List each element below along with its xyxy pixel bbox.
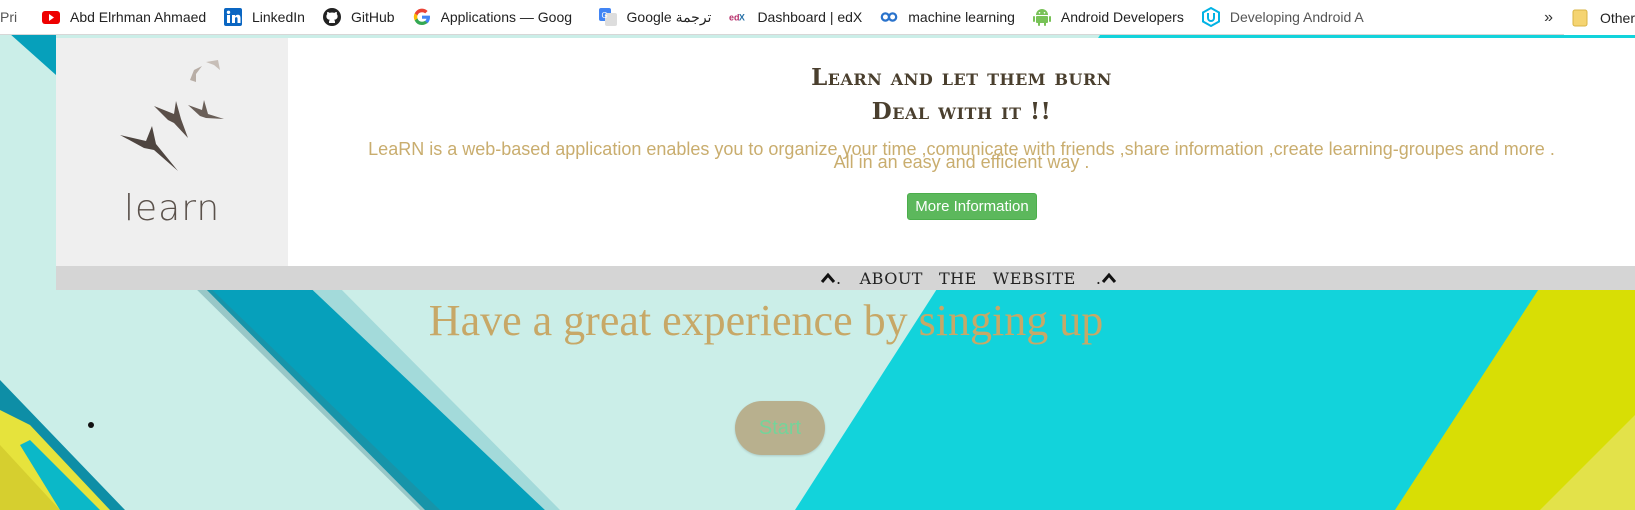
more-information-button[interactable]: More Information bbox=[907, 193, 1037, 220]
chevron-up-icon bbox=[820, 272, 836, 283]
about-bar: . ABOUT THE WEBSITE . bbox=[56, 266, 1635, 290]
github-icon bbox=[322, 8, 341, 26]
other-bookmarks-label: Other bbox=[1599, 9, 1635, 26]
bookmark-item-9[interactable]: Developing Android A bbox=[1193, 0, 1374, 34]
google-icon bbox=[413, 8, 431, 26]
about-website-toggle[interactable]: . ABOUT THE WEBSITE . bbox=[820, 266, 1117, 290]
header-title-line-1: Learn and let them burn bbox=[811, 64, 1112, 91]
bookmark-label: Developing Android A bbox=[1229, 9, 1364, 25]
bookmark-label: Google ترجمة bbox=[626, 8, 712, 25]
bookmark-item-2[interactable]: LinkedIn bbox=[215, 0, 314, 34]
bookmark-label: Pri bbox=[0, 9, 18, 25]
udacity-icon bbox=[1201, 7, 1220, 27]
other-bookmarks-button[interactable]: Other bbox=[1563, 0, 1635, 35]
bookmarks-bar: Pri Abd Elrhman Ahmaed LinkedIn GitHub A… bbox=[0, 0, 1635, 35]
bookmark-label: machine learning bbox=[908, 9, 1015, 25]
about-word-website: WEBSITE bbox=[992, 268, 1076, 288]
site-header: learn Learn and let them burn Deal with … bbox=[56, 38, 1635, 266]
bookmarks-overflow-button[interactable]: » bbox=[1544, 0, 1553, 35]
birds-icon bbox=[120, 60, 224, 171]
bookmark-label: Abd Elrhman Ahmaed bbox=[70, 9, 206, 25]
google-translate-icon: G bbox=[598, 8, 617, 26]
about-word-about: ABOUT bbox=[859, 268, 923, 288]
bookmark-item-1[interactable]: Abd Elrhman Ahmaed bbox=[33, 0, 215, 34]
hero-heading: Have a great experience by singing up bbox=[428, 296, 1104, 345]
bookmark-item-3[interactable]: GitHub bbox=[314, 0, 404, 34]
about-dot-left: . bbox=[836, 268, 842, 288]
bookmark-item-8[interactable]: Android Developers bbox=[1024, 0, 1193, 34]
youtube-icon bbox=[42, 8, 60, 26]
bookmark-label: Applications — Goog bbox=[440, 9, 573, 25]
svg-text:X: X bbox=[739, 12, 745, 22]
bookmark-item-4[interactable]: Applications — Goog bbox=[404, 0, 590, 34]
logo-text: learn bbox=[124, 188, 221, 229]
about-word-the: THE bbox=[938, 268, 977, 288]
bookmark-label: Android Developers bbox=[1060, 9, 1184, 25]
svg-text:ed: ed bbox=[729, 12, 740, 22]
bookmark-item-5[interactable]: G Google ترجمة bbox=[590, 0, 721, 34]
bookmark-label: GitHub bbox=[350, 9, 395, 25]
coursera-icon bbox=[880, 8, 898, 26]
list-bullet bbox=[88, 422, 94, 428]
header-description-2: All in an easy and efficient way . bbox=[833, 152, 1090, 172]
logo[interactable]: learn bbox=[56, 38, 288, 266]
bookmark-label: Dashboard | edX bbox=[757, 9, 863, 25]
bookmark-item-0[interactable]: Pri bbox=[0, 0, 33, 34]
bookmark-item-7[interactable]: machine learning bbox=[871, 0, 1024, 34]
header-title-line-2: Deal with it !! bbox=[871, 98, 1052, 125]
edx-icon: ed X bbox=[729, 8, 747, 26]
start-button[interactable]: Start bbox=[735, 401, 825, 455]
android-icon bbox=[1032, 8, 1051, 26]
svg-text:G: G bbox=[601, 11, 607, 20]
bookmark-label: LinkedIn bbox=[252, 9, 305, 25]
folder-icon bbox=[1572, 9, 1590, 27]
chevron-up-icon bbox=[1102, 272, 1117, 283]
bookmark-item-6[interactable]: ed X Dashboard | edX bbox=[720, 0, 871, 34]
linkedin-icon bbox=[224, 8, 242, 26]
